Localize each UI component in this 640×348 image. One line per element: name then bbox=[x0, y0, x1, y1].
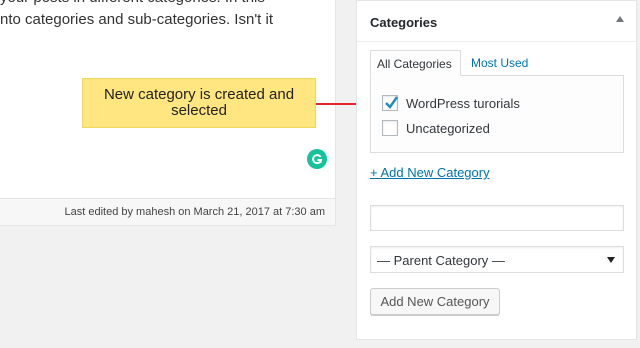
category-item-uncategorized[interactable]: Uncategorized bbox=[382, 118, 490, 138]
add-new-category-button[interactable]: Add New Category bbox=[370, 288, 500, 315]
collapse-toggle-icon[interactable] bbox=[616, 16, 624, 22]
last-edited-text: Last edited by mahesh on March 21, 2017 … bbox=[64, 206, 326, 218]
checkmark-icon bbox=[385, 96, 398, 109]
category-label: Uncategorized bbox=[406, 120, 490, 136]
category-label: WordPress turorials bbox=[406, 95, 520, 111]
grammarly-icon[interactable] bbox=[307, 149, 327, 169]
editor-status-bar: Last edited by mahesh on March 21, 2017 … bbox=[0, 198, 335, 225]
metabox-header[interactable]: Categories bbox=[357, 1, 636, 42]
category-tabs: All Categories Most Used bbox=[370, 50, 626, 76]
parent-category-select[interactable]: — Parent Category — bbox=[370, 246, 624, 273]
metabox-title: Categories bbox=[370, 15, 438, 30]
post-text-line: your posts in different categories. In t… bbox=[0, 0, 330, 9]
category-checkbox-checked[interactable] bbox=[382, 95, 398, 111]
category-item-wordpress-turorials[interactable]: WordPress turorials bbox=[382, 93, 520, 113]
post-text-line: nto categories and sub-categories. Isn't… bbox=[0, 11, 274, 28]
new-category-name-input[interactable] bbox=[370, 205, 624, 231]
category-checkbox[interactable] bbox=[382, 120, 398, 136]
category-checklist: WordPress turorials Uncategorized bbox=[370, 75, 624, 153]
tab-most-used[interactable]: Most Used bbox=[465, 50, 534, 76]
dropdown-caret-icon bbox=[607, 257, 615, 263]
callout-text: New category is created and selected bbox=[103, 86, 295, 119]
categories-metabox: Categories All Categories Most Used Word… bbox=[356, 0, 637, 340]
post-content[interactable]: your posts in different categories. In t… bbox=[0, 0, 330, 31]
tab-all-categories[interactable]: All Categories bbox=[370, 50, 461, 76]
annotation-callout: New category is created and selected bbox=[82, 78, 316, 128]
add-new-category-link[interactable]: + Add New Category bbox=[370, 165, 490, 180]
parent-category-selected: — Parent Category — bbox=[377, 253, 505, 268]
